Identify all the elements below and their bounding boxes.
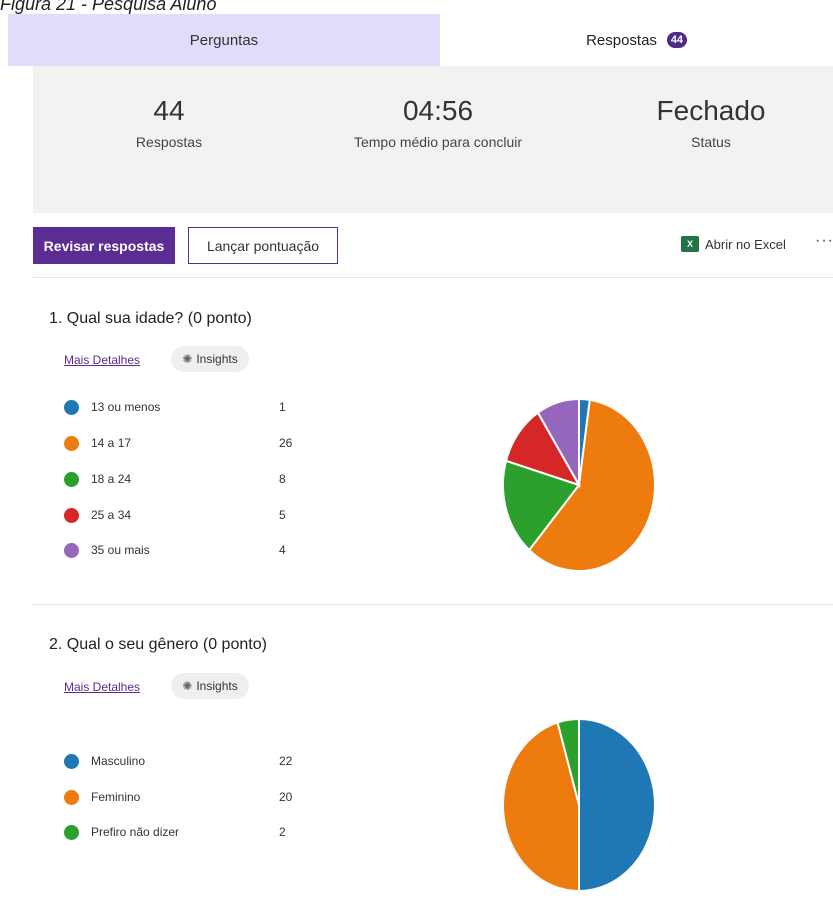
- legend-count: 26: [279, 436, 293, 450]
- question-1-more-details-link[interactable]: Mais Detalhes: [64, 353, 140, 367]
- legend-count: 5: [279, 508, 286, 522]
- post-scores-button[interactable]: Lançar pontuação: [188, 227, 338, 264]
- legend-count: 2: [279, 825, 286, 839]
- legend-label: Masculino: [91, 754, 146, 768]
- stat-responses-label: Respostas: [135, 134, 203, 150]
- legend-label: 18 a 24: [91, 472, 132, 486]
- stat-average-time-value: 04:56: [402, 95, 474, 126]
- review-responses-button[interactable]: Revisar respostas: [33, 227, 175, 264]
- responses-count-badge: 44: [666, 32, 687, 48]
- question-1-insights-label: Insights: [196, 352, 238, 366]
- legend-count: 1: [279, 400, 286, 414]
- question-2-insights-label: Insights: [196, 679, 238, 693]
- pie-slice-masculino[interactable]: [578, 717, 656, 893]
- question-1-legend-item: 14 a 17: [64, 433, 131, 453]
- figure-caption: Figura 21 - Pesquisa Aluno: [0, 0, 217, 14]
- legend-label: 35 ou mais: [91, 543, 150, 557]
- lightbulb-icon: ✺: [182, 352, 193, 366]
- legend-label: 25 a 34: [91, 508, 132, 522]
- divider: [33, 277, 833, 278]
- question-2-pie-chart: [502, 717, 656, 893]
- tab-questions[interactable]: Perguntas: [8, 14, 440, 66]
- summary-stats-panel: 44 Respostas 04:56 Tempo médio para conc…: [33, 66, 833, 213]
- legend-color-dot: [64, 789, 79, 805]
- open-in-excel-link[interactable]: X Abrir no Excel: [681, 236, 786, 252]
- legend-color-dot: [64, 399, 79, 415]
- question-2-legend-item: Feminino: [64, 787, 140, 807]
- tab-responses-label: Respostas: [586, 31, 657, 49]
- tab-responses[interactable]: Respostas 44: [440, 14, 833, 66]
- legend-label: 14 a 17: [91, 436, 132, 450]
- legend-count: 4: [279, 543, 286, 557]
- question-1-legend-item: 13 ou menos: [64, 397, 160, 417]
- results-toolbar: Revisar respostas Lançar pontuação X Abr…: [33, 227, 833, 267]
- divider: [33, 604, 833, 605]
- question-2-legend-item: Prefiro não dizer: [64, 822, 179, 842]
- legend-color-dot: [64, 542, 79, 558]
- lightbulb-icon: ✺: [182, 679, 193, 693]
- question-1-legend-item: 35 ou mais: [64, 540, 150, 560]
- tab-questions-label: Perguntas: [189, 31, 259, 49]
- open-in-excel-label: Abrir no Excel: [705, 236, 786, 252]
- stat-status: Fechado Status: [641, 94, 781, 150]
- question-1-insights-button[interactable]: ✺ Insights: [171, 346, 249, 372]
- stat-average-time: 04:56 Tempo médio para concluir: [328, 94, 548, 150]
- tab-bar: Perguntas Respostas 44: [8, 14, 833, 66]
- stat-status-value: Fechado: [656, 95, 766, 126]
- stat-average-time-label: Tempo médio para concluir: [353, 134, 523, 150]
- stat-responses-value: 44: [153, 95, 185, 126]
- question-2-legend-item: Masculino: [64, 751, 145, 771]
- question-1-legend-item: 25 a 34: [64, 505, 131, 525]
- question-1-title: 1. Qual sua idade? (0 ponto): [49, 310, 252, 327]
- excel-icon: X: [681, 236, 699, 252]
- question-2-more-details-link[interactable]: Mais Detalhes: [64, 680, 140, 694]
- question-1-pie-chart: [502, 397, 657, 573]
- more-options-button[interactable]: ···: [815, 232, 833, 250]
- question-2-insights-button[interactable]: ✺ Insights: [171, 673, 249, 699]
- legend-color-dot: [64, 471, 79, 487]
- legend-label: Prefiro não dizer: [91, 825, 180, 839]
- legend-color-dot: [64, 507, 79, 523]
- legend-color-dot: [64, 753, 79, 769]
- question-1-legend-item: 18 a 24: [64, 469, 131, 489]
- legend-color-dot: [64, 435, 79, 451]
- legend-label: Feminino: [91, 790, 141, 804]
- legend-color-dot: [64, 824, 79, 840]
- legend-count: 22: [279, 754, 293, 768]
- legend-count: 8: [279, 472, 286, 486]
- question-2-title: 2. Qual o seu gênero (0 ponto): [49, 636, 267, 653]
- legend-label: 13 ou menos: [91, 400, 161, 414]
- stat-responses: 44 Respostas: [119, 94, 219, 150]
- legend-count: 20: [279, 790, 293, 804]
- stat-status-label: Status: [691, 134, 731, 150]
